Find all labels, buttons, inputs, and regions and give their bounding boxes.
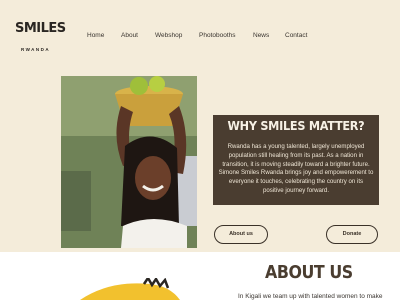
hero-photo-illustration xyxy=(61,76,197,248)
nav-home[interactable]: Home xyxy=(87,32,104,39)
donate-button[interactable]: Donate xyxy=(326,225,378,244)
nav-webshop[interactable]: Webshop xyxy=(155,32,182,39)
why-smiles-matter-panel: WHY SMILES MATTER? Rwanda has a young ta… xyxy=(213,115,379,205)
about-us-heading: ABOUT US xyxy=(265,262,353,283)
hero-photo xyxy=(61,76,197,248)
nav-about[interactable]: About xyxy=(121,32,138,39)
nav-news[interactable]: News xyxy=(253,32,269,39)
logo-subtitle: RWANDA xyxy=(21,47,51,52)
nav-photobooths[interactable]: Photobooths xyxy=(199,32,236,39)
nav-contact[interactable]: Contact xyxy=(285,32,307,39)
about-us-button[interactable]: About us xyxy=(214,225,268,244)
why-smiles-matter-text: Rwanda has a young talented, largely une… xyxy=(218,143,374,194)
sun-smile-decoration xyxy=(80,278,180,300)
about-us-intro: In Kigali we team up with talented women… xyxy=(238,293,383,300)
why-smiles-matter-heading: WHY SMILES MATTER? xyxy=(227,118,365,133)
main-navigation: Home About Webshop Photobooths News Cont… xyxy=(0,32,400,42)
